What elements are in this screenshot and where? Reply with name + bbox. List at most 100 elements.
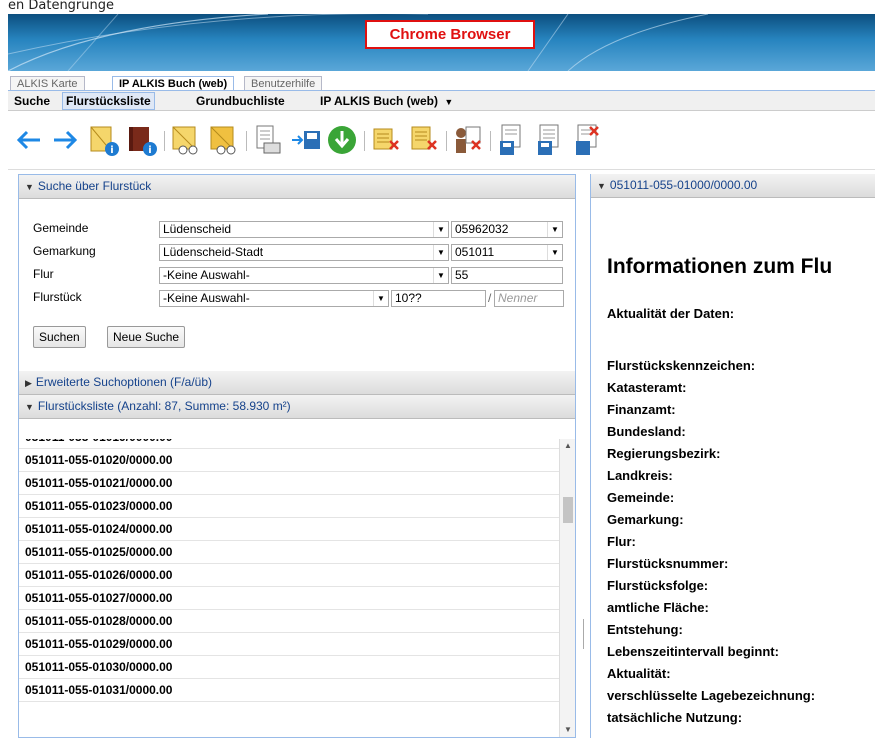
list-scrollbar[interactable]: ▲ ▼ — [559, 439, 575, 737]
print-report-icon[interactable] — [252, 123, 284, 157]
scroll-up-icon[interactable]: ▲ — [560, 439, 575, 453]
gemarkung-label: Gemarkung — [33, 244, 96, 258]
chrome-browser-label: Chrome Browser — [365, 20, 535, 49]
info-label: Flurstückskennzeichen: — [607, 358, 756, 373]
info-label: Katasteramt: — [607, 380, 687, 395]
tab-ip-alkis-buch[interactable]: IP ALKIS Buch (web) — [112, 76, 235, 90]
list-item[interactable]: 051011-055-01031/0000.00 — [19, 679, 559, 702]
flur-label: Flur — [33, 267, 54, 281]
toolbar: i i — [8, 111, 875, 170]
clear-list-icon[interactable] — [370, 123, 402, 157]
flur-input[interactable]: 55 — [451, 267, 563, 284]
tab-bar: ALKIS Karte IP ALKIS Buch (web) Benutzer… — [8, 71, 875, 90]
info-label: Entstehung: — [607, 622, 683, 637]
search-button[interactable]: Suchen — [33, 326, 86, 348]
download-icon[interactable] — [326, 123, 358, 157]
search-panel-title: Suche über Flurstück — [37, 179, 152, 193]
list-item[interactable]: 051011-055-01024/0000.00 — [19, 518, 559, 541]
menu-suche[interactable]: Suche — [12, 93, 52, 109]
info-label: verschlüsselte Lagebezeichnung: — [607, 688, 816, 703]
list-item[interactable]: 051011-055-01021/0000.00 — [19, 472, 559, 495]
chevron-down-icon: ▼ — [444, 97, 454, 107]
menu-grundbuchliste[interactable]: Grundbuchliste — [194, 93, 287, 109]
list-item[interactable]: 051011-055-01026/0000.00 — [19, 564, 559, 587]
save-all-icon[interactable] — [496, 123, 528, 157]
flur-value: -Keine Auswahl- — [163, 268, 250, 282]
nenner-input[interactable]: Nenner — [494, 290, 564, 307]
save-list-icon[interactable] — [534, 123, 566, 157]
info-label: Gemeinde: — [607, 490, 675, 505]
info-label: Bundesland: — [607, 424, 686, 439]
delete-saved-icon[interactable] — [572, 123, 604, 157]
scroll-down-icon[interactable]: ▼ — [560, 723, 575, 737]
list-item[interactable]: 051011-055-01029/0000.00 — [19, 633, 559, 656]
collapse-icon: ▼ — [25, 182, 34, 192]
scroll-thumb[interactable] — [563, 497, 573, 523]
collapse-icon: ▼ — [25, 402, 34, 412]
search-panel-header[interactable]: ▼ Suche über Flurstück — [19, 175, 575, 199]
back-arrow-icon[interactable] — [12, 123, 44, 157]
info-label: Gemarkung: — [607, 512, 684, 527]
parcel-list: 051011-055-01019/0000.00 051011-055-0102… — [19, 439, 559, 737]
extended-options-header[interactable]: ▶ Erweiterte Suchoptionen (F/a/üb) — [19, 371, 575, 395]
chevron-down-icon: ▼ — [547, 245, 562, 260]
flurstueck-select[interactable]: -Keine Auswahl- ▼ — [159, 290, 389, 307]
parcel-search-icon[interactable] — [170, 123, 202, 157]
owner-remove-icon[interactable] — [452, 123, 484, 157]
list-item[interactable]: 051011-055-01025/0000.00 — [19, 541, 559, 564]
expand-icon: ▶ — [25, 378, 32, 388]
svg-text:i: i — [148, 145, 151, 156]
flurstueck-value: -Keine Auswahl- — [163, 291, 250, 305]
fraction-separator: / — [488, 291, 492, 305]
info-label: Landkreis: — [607, 468, 673, 483]
extended-options-title: Erweiterte Suchoptionen (F/a/üb) — [35, 375, 213, 389]
book-info-icon[interactable]: i — [126, 123, 158, 157]
gemeinde-code-select[interactable]: 05962032 ▼ — [451, 221, 563, 238]
collapse-icon: ▼ — [597, 181, 606, 191]
list-item[interactable]: 051011-055-01028/0000.00 — [19, 610, 559, 633]
new-search-button[interactable]: Neue Suche — [107, 326, 186, 348]
export-save-icon[interactable] — [290, 123, 322, 157]
menu-flurstuecksliste[interactable]: Flurstücksliste — [62, 92, 155, 110]
gemarkung-code-value: 051011 — [455, 245, 495, 259]
forward-arrow-icon[interactable] — [50, 123, 82, 157]
info-label: Regierungsbezirk: — [607, 446, 721, 461]
parcel-info-icon[interactable]: i — [88, 123, 120, 157]
toolbar-separator — [490, 131, 491, 151]
remove-selection-icon[interactable] — [408, 123, 440, 157]
parcel-search-alt-icon[interactable] — [208, 123, 240, 157]
flur-select[interactable]: -Keine Auswahl- ▼ — [159, 267, 449, 284]
info-label: amtliche Fläche: — [607, 600, 709, 615]
toolbar-separator — [246, 131, 247, 151]
menu-ip-alkis-buch[interactable]: IP ALKIS Buch (web) ▼ — [318, 93, 455, 109]
info-label: Lebenszeitintervall beginnt: — [607, 644, 779, 659]
list-item[interactable]: 051011-055-01020/0000.00 — [19, 449, 559, 472]
app-window: Chrome Browser ALKIS Karte IP ALKIS Buch… — [8, 14, 875, 738]
panel-splitter[interactable] — [580, 174, 588, 738]
gemarkung-value: Lüdenscheid-Stadt — [163, 245, 264, 259]
gemarkung-code-select[interactable]: 051011 ▼ — [451, 244, 563, 261]
detail-panel-header[interactable]: ▼ 051011-055-01000/0000.00 — [591, 174, 875, 198]
toolbar-separator — [364, 131, 365, 151]
splitter-grip — [583, 619, 584, 649]
list-item[interactable]: 051011-055-01027/0000.00 — [19, 587, 559, 610]
tab-alkis-karte[interactable]: ALKIS Karte — [10, 76, 85, 90]
list-item[interactable]: 051011-055-01030/0000.00 — [19, 656, 559, 679]
caption-text: en Datengrunge — [8, 0, 875, 14]
chevron-down-icon: ▼ — [433, 268, 448, 283]
toolbar-separator — [164, 131, 165, 151]
list-item[interactable]: 051011-055-01019/0000.00 — [19, 439, 559, 449]
info-label: Flur: — [607, 534, 636, 549]
tab-benutzerhilfe[interactable]: Benutzerhilfe — [244, 76, 323, 90]
svg-text:i: i — [110, 145, 113, 156]
zaehler-input[interactable]: 10?? — [391, 290, 486, 307]
gemarkung-select[interactable]: Lüdenscheid-Stadt ▼ — [159, 244, 449, 261]
chevron-down-icon: ▼ — [547, 222, 562, 237]
parcel-list-header[interactable]: ▼ Flurstücksliste (Anzahl: 87, Summe: 58.… — [19, 395, 575, 419]
menu-bar: Suche Flurstücksliste Grundbuchliste IP … — [8, 90, 875, 111]
info-label: tatsächliche Nutzung: — [607, 710, 743, 725]
chevron-down-icon: ▼ — [433, 245, 448, 260]
gemeinde-select[interactable]: Lüdenscheid ▼ — [159, 221, 449, 238]
toolbar-separator — [446, 131, 447, 151]
list-item[interactable]: 051011-055-01023/0000.00 — [19, 495, 559, 518]
